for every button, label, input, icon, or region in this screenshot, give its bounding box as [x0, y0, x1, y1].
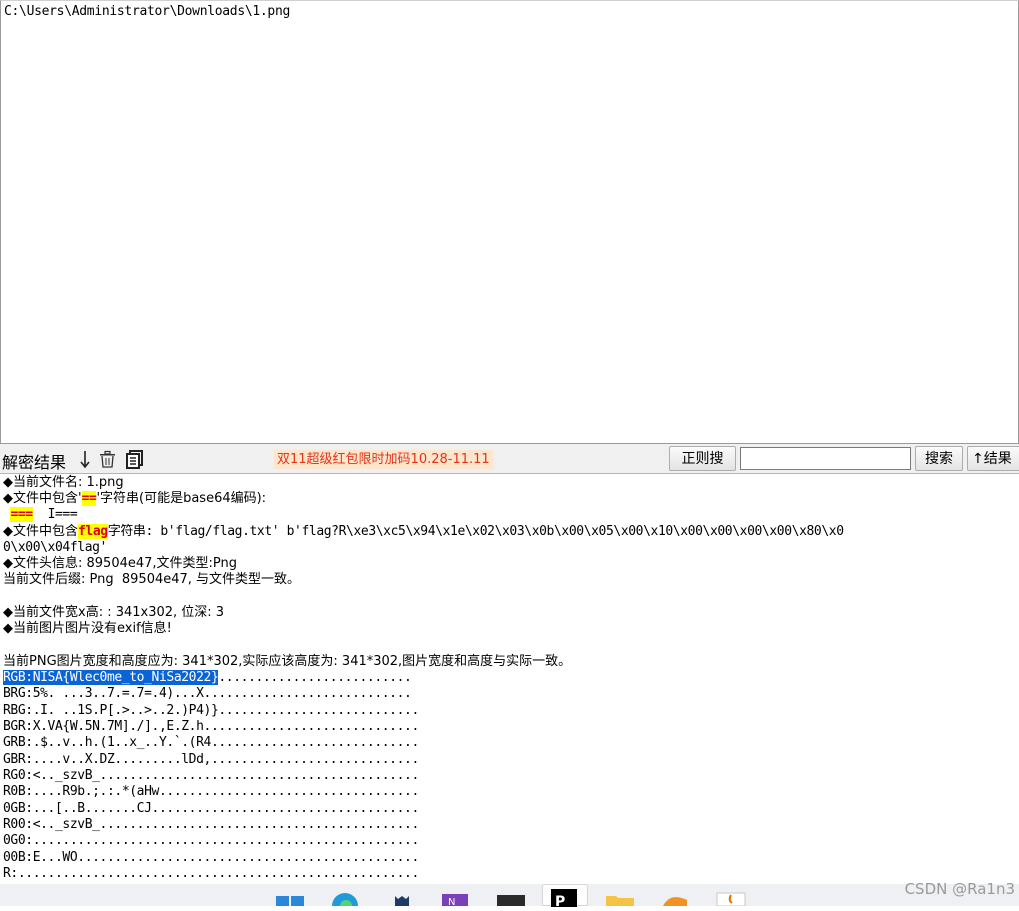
result-toolbar: 解密结果 双11超级红包限时加码10.28-11.11 正则搜 搜索 ↑结果 [0, 444, 1019, 474]
result-line-exif: ◆当前图片图片没有exif信息! [3, 621, 172, 636]
java-icon[interactable] [716, 890, 746, 907]
selected-flag-text[interactable]: RGB:NISA{Wlec0me_to_NiSa2022} [3, 670, 219, 685]
result-line-base64-match: === I=== [10, 507, 78, 522]
trash-icon[interactable] [98, 450, 117, 473]
result-text-area[interactable]: ◆当前文件名: 1.png ◆文件中包含'=='字符串(可能是base64编码)… [0, 474, 1019, 906]
taskbar: N P [0, 884, 1019, 910]
start-menu-icon[interactable] [276, 890, 304, 906]
svg-text:P: P [555, 894, 565, 907]
result-line-channel: R0B:....R9b.;.:.*(aHw...................… [3, 784, 419, 799]
highlight-equals-match: === [10, 507, 33, 522]
result-line-channel: R00:<.._szvB_...........................… [3, 817, 419, 832]
decrypt-result-label: 解密结果 [2, 453, 67, 472]
result-line-suffix: 当前文件后缀: Png 89504e47, 与文件类型一致。 [3, 572, 301, 587]
highlight-flag: flag [78, 524, 108, 539]
highlight-equals: == [81, 491, 97, 506]
arrow-down-icon[interactable] [79, 450, 91, 473]
result-line-flag-cont: 0\x00\x04flag' [3, 540, 107, 555]
result-line-channel: 0GB:...[..B.......CJ....................… [3, 801, 419, 816]
result-line-channel: R:......................................… [3, 866, 419, 881]
result-line-dimensions: ◆当前文件宽x高: : 341x302, 位深: 3 [3, 605, 225, 620]
promo-banner[interactable]: 双11超级红包限时加码10.28-11.11 [274, 450, 493, 469]
result-line-channel: GBR:....v..X.DZ.........lDd,............… [3, 752, 419, 767]
search-input[interactable] [740, 447, 911, 470]
regex-search-button[interactable]: 正则搜 [669, 446, 736, 471]
result-line-channel: 0G0:....................................… [3, 833, 419, 848]
edge-browser-icon[interactable] [330, 890, 360, 906]
result-line-channel: RBG:.I. ..1S.P[.>..>..2.)P4)}...........… [3, 703, 419, 718]
result-line-channel: GRB:.$..v..h.(1..x_..Y.`.(R4............… [3, 735, 419, 750]
result-line-filename: ◆当前文件名: 1.png [3, 475, 124, 490]
search-button[interactable]: 搜索 [915, 446, 963, 471]
file-path-text: C:\Users\Administrator\Downloads\1.png [4, 4, 291, 19]
svg-text:N: N [448, 897, 455, 906]
result-line-channel: RG0:<.._szvB_...........................… [3, 768, 419, 783]
result-line-png-size: 当前PNG图片宽度和高度应为: 341*302,实际应该高度为: 341*302… [3, 654, 572, 669]
onenote-icon[interactable]: N [440, 890, 470, 908]
terminal-icon[interactable] [496, 890, 526, 906]
result-line-channel: BRG:5%. ...3..7.=.7=.4)...X.............… [3, 686, 412, 701]
csdn-watermark: CSDN @Ra1n3 [904, 880, 1015, 898]
result-line-base64: ◆文件中包含'=='字符串(可能是base64编码): [3, 491, 267, 506]
copy-icon[interactable] [125, 450, 144, 473]
pycharm-taskbar-button[interactable]: P [542, 884, 588, 910]
result-line-channel: BGR:X.VA{W.5N.7M]./].,E.Z.h.............… [3, 719, 419, 734]
app-icon-orange[interactable] [660, 890, 690, 906]
cat-app-icon[interactable] [392, 890, 412, 906]
file-path-pane[interactable]: C:\Users\Administrator\Downloads\1.png [0, 0, 1019, 444]
result-line-flag: ◆文件中包含flag字符串: b'flag/flag.txt' b'flag?R… [3, 524, 844, 539]
results-up-button[interactable]: ↑结果 [967, 446, 1019, 471]
result-line-header: ◆文件头信息: 89504e47,文件类型:Png [3, 556, 238, 571]
result-line-rgb: RGB:NISA{Wlec0me_to_NiSa2022}...........… [3, 670, 412, 685]
result-line-channel: 00B:E...WO..............................… [3, 850, 419, 865]
folder-icon[interactable] [604, 890, 636, 906]
